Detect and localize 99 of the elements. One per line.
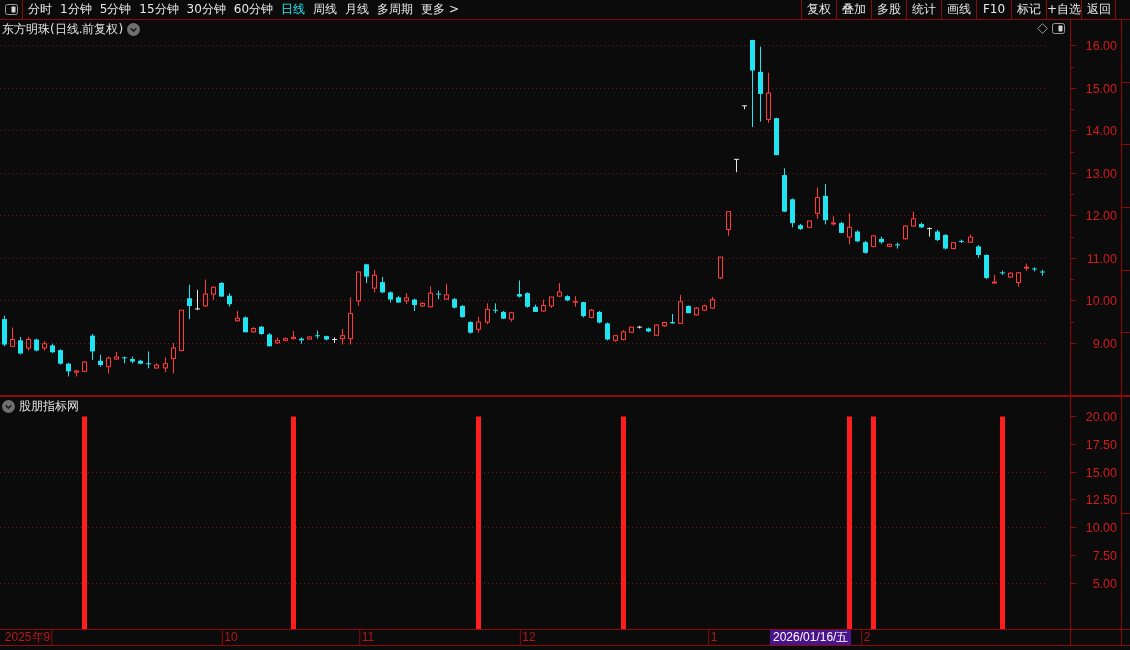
candlestick bbox=[275, 336, 280, 345]
timeframe-tab[interactable]: 60分钟 bbox=[229, 0, 278, 19]
timeframe-tab[interactable]: 月线 bbox=[341, 0, 374, 19]
candlestick bbox=[163, 356, 168, 373]
cursor-date-label: 2026/01/16/五 bbox=[770, 630, 852, 645]
date-axis-label: 2025年9 bbox=[4, 630, 53, 645]
candlestick bbox=[372, 269, 377, 293]
candlestick bbox=[10, 327, 15, 348]
toolbar-button[interactable]: +自选 bbox=[1046, 0, 1081, 19]
candlestick bbox=[146, 350, 151, 369]
candlestick bbox=[444, 283, 449, 301]
candlestick bbox=[493, 302, 498, 314]
candlestick bbox=[831, 215, 836, 227]
candlestick bbox=[984, 254, 989, 280]
candlestick bbox=[541, 299, 546, 313]
candlestick bbox=[815, 186, 820, 220]
toolbar-button[interactable]: 叠加 bbox=[836, 0, 871, 19]
candlestick bbox=[1032, 266, 1037, 273]
indicator-axis-label: 20.00 bbox=[1085, 410, 1117, 424]
timeframe-tab[interactable]: 30分钟 bbox=[182, 0, 230, 19]
candlestick bbox=[485, 302, 490, 325]
toolbar-button[interactable]: 画线 bbox=[941, 0, 976, 19]
price-axis-label: 9.00 bbox=[1092, 337, 1117, 351]
candlestick bbox=[90, 333, 95, 361]
indicator-axis-label: 10.00 bbox=[1085, 521, 1117, 535]
toolbar-button[interactable]: 统计 bbox=[906, 0, 941, 19]
timeframe-tab[interactable]: 15分钟 bbox=[135, 0, 183, 19]
candlestick bbox=[790, 197, 795, 228]
candlestick bbox=[734, 158, 739, 173]
panel-icon[interactable] bbox=[1052, 23, 1065, 34]
candlestick bbox=[171, 342, 176, 374]
price-axis-label: 11.00 bbox=[1086, 252, 1117, 266]
candlestick bbox=[195, 289, 200, 311]
timeframe-tab[interactable]: 多周期 bbox=[373, 0, 418, 19]
candlestick bbox=[26, 336, 31, 352]
timeframe-tab[interactable]: 日线 bbox=[277, 0, 310, 19]
timeframe-tab[interactable]: 分时 bbox=[24, 0, 56, 19]
price-axis-label: 16.00 bbox=[1085, 39, 1117, 53]
candlestick bbox=[573, 295, 578, 308]
candlestick bbox=[114, 351, 119, 361]
candlestick bbox=[847, 212, 852, 245]
panel-icon[interactable] bbox=[4, 4, 18, 15]
candlestick bbox=[283, 336, 288, 342]
indicator-title: 股朋指标网 bbox=[19, 399, 79, 413]
candlestick bbox=[42, 340, 47, 352]
date-axis-label: 2 bbox=[860, 630, 871, 645]
toolbar-button[interactable]: 多股 bbox=[871, 0, 906, 19]
timeframe-tab[interactable]: 5分钟 bbox=[95, 0, 136, 19]
candlestick bbox=[887, 242, 892, 248]
candlestick bbox=[557, 282, 562, 298]
price-axis-label: 12.00 bbox=[1085, 209, 1117, 223]
timeframe-tab[interactable]: 周线 bbox=[309, 0, 342, 19]
candlestick bbox=[420, 301, 425, 308]
candlestick bbox=[74, 369, 79, 377]
candlestick bbox=[187, 284, 192, 320]
toolbar-button[interactable]: 返回 bbox=[1081, 0, 1116, 19]
candlestick bbox=[211, 285, 216, 301]
indicator-axis-label: 15.00 bbox=[1085, 466, 1117, 480]
date-axis-label: 1 bbox=[707, 630, 718, 645]
candlestick bbox=[106, 355, 111, 374]
indicator-axis-label: 12.50 bbox=[1085, 493, 1117, 507]
chevron-down-icon[interactable] bbox=[2, 400, 15, 413]
candlestick bbox=[911, 211, 916, 228]
candlestick bbox=[340, 328, 345, 346]
stock-title: 东方明珠(日线.前复权) bbox=[2, 22, 124, 36]
candlestick bbox=[742, 105, 747, 110]
candlestick bbox=[766, 72, 771, 124]
candlestick bbox=[726, 211, 731, 237]
indicator-axis-label: 7.50 bbox=[1092, 549, 1117, 563]
candlestick bbox=[927, 226, 932, 238]
more-menu-button[interactable]: 更多 > bbox=[417, 0, 463, 19]
candlestick bbox=[476, 316, 481, 334]
date-axis-label: 10 bbox=[221, 630, 238, 645]
candlestick bbox=[404, 292, 409, 305]
candlestick bbox=[428, 285, 433, 309]
indicator-axis-label: 17.50 bbox=[1085, 438, 1117, 452]
price-axis-label: 10.00 bbox=[1085, 294, 1117, 308]
candlestick bbox=[235, 310, 240, 323]
price-axis-label: 13.00 bbox=[1085, 167, 1117, 181]
candlestick bbox=[758, 46, 763, 123]
toolbar-button[interactable]: 复权 bbox=[801, 0, 836, 19]
candlestick bbox=[356, 271, 361, 307]
diamond-icon[interactable] bbox=[1037, 23, 1048, 34]
candlestick bbox=[992, 274, 997, 284]
toolbar-button[interactable]: 标记 bbox=[1011, 0, 1046, 19]
toolbar-button[interactable]: F10 bbox=[976, 0, 1011, 19]
price-axis-label: 14.00 bbox=[1085, 124, 1117, 138]
date-axis-label: 12 bbox=[519, 630, 536, 645]
price-axis-label: 15.00 bbox=[1085, 82, 1117, 96]
indicator-axis-label: 5.00 bbox=[1092, 577, 1117, 591]
candlestick bbox=[1016, 271, 1021, 288]
candlestick bbox=[1024, 262, 1029, 272]
candlestick bbox=[291, 330, 296, 340]
candlestick bbox=[348, 296, 353, 346]
candlestick bbox=[203, 279, 208, 308]
chevron-down-icon[interactable] bbox=[127, 23, 141, 36]
timeframe-tab[interactable]: 1分钟 bbox=[56, 0, 96, 19]
date-axis-label: 11 bbox=[358, 630, 375, 645]
candlestick bbox=[678, 294, 683, 325]
